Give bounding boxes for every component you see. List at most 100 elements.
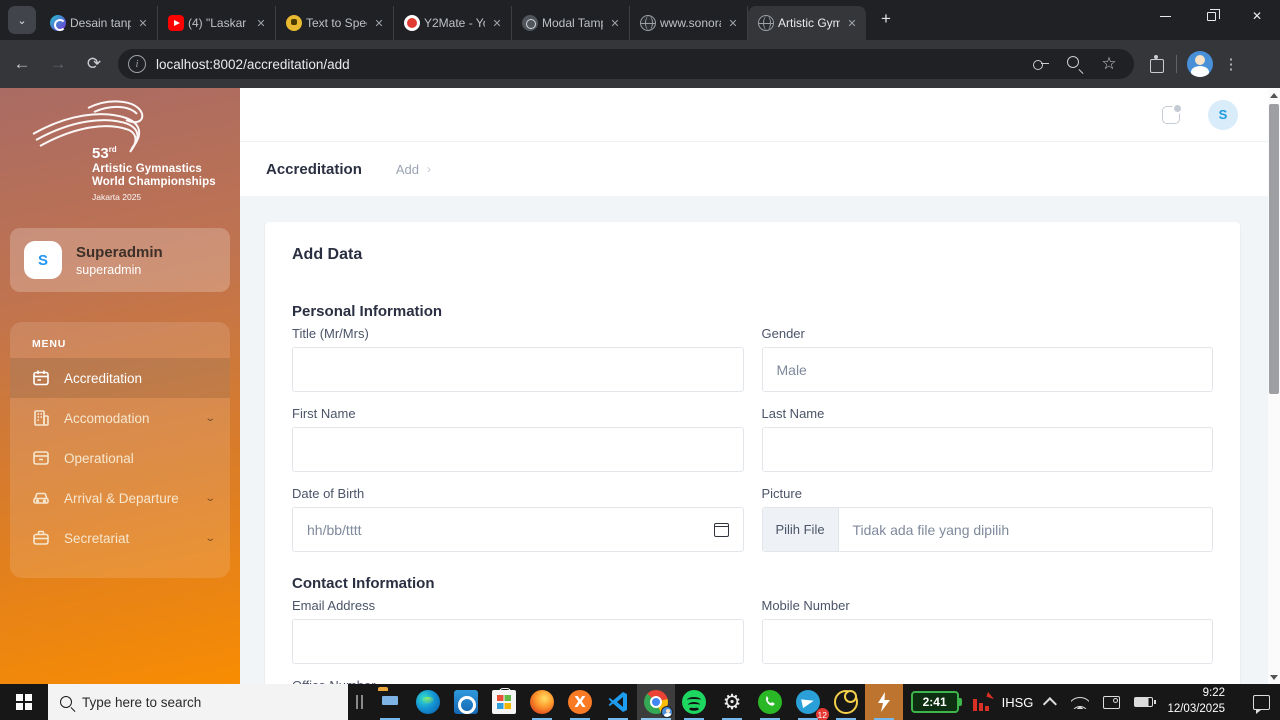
stock-ticker[interactable]: IHSG [973, 693, 1034, 711]
url-text[interactable]: localhost:8002/accreditation/add [156, 57, 1032, 72]
picture-file-input[interactable]: Pilih File Tidak ada file yang dipilih [762, 507, 1214, 552]
close-window-button[interactable]: ✕ [1234, 0, 1280, 32]
tab-artistic-gymnastics-active[interactable]: Artistic Gymn ✕ [748, 6, 866, 40]
sidebar-item-label: Accreditation [64, 371, 214, 386]
sidebar-item-label: Arrival & Departure [64, 491, 206, 506]
outlook-icon [454, 690, 478, 714]
date-of-birth-input[interactable]: hh/bb/tttt [292, 507, 744, 552]
mobile-number-label: Mobile Number [762, 598, 1214, 613]
taskbar-spotify[interactable] [675, 684, 713, 720]
notification-icon[interactable] [1162, 106, 1180, 124]
sidebar-item-accomodation[interactable]: Accomodation ⌄ [10, 398, 230, 438]
gender-select[interactable]: Male [762, 347, 1214, 392]
reload-button[interactable]: ⟳ [80, 50, 108, 78]
tab-search-button[interactable]: ⌄ [8, 6, 36, 34]
taskbar-xampp[interactable]: ꓫ [561, 684, 599, 720]
card-title: Add Data [292, 246, 1213, 264]
battery-icon[interactable] [1134, 697, 1153, 707]
forward-button[interactable]: → [44, 50, 72, 78]
sidebar-item-arrival-departure[interactable]: Arrival & Departure ⌄ [10, 478, 230, 518]
app-sidebar: 53rd Artistic Gymnastics World Champions… [0, 88, 240, 684]
site-info-icon[interactable]: i [128, 55, 146, 73]
user-card[interactable]: S Superadmin superadmin [10, 228, 230, 292]
account-avatar[interactable]: S [1208, 100, 1238, 130]
zoom-level-icon[interactable] [1066, 55, 1084, 73]
tab-youtube[interactable]: (4) "Laskar Pel ✕ [158, 6, 276, 40]
email-input[interactable] [292, 619, 744, 664]
restore-button[interactable] [1188, 0, 1234, 32]
sidebar-item-accreditation[interactable]: Accreditation [10, 358, 230, 398]
browser-profile-avatar[interactable] [1187, 51, 1213, 77]
taskbar-settings[interactable]: ⚙ [713, 684, 751, 720]
restore-icon [1207, 12, 1216, 21]
back-button[interactable]: ← [8, 50, 36, 78]
first-name-input[interactable] [292, 427, 744, 472]
tab-text-to-speech[interactable]: Text to Speech ✕ [276, 6, 394, 40]
bookmark-star-icon[interactable]: ☆ [1100, 55, 1118, 73]
sidebar-item-operational[interactable]: Operational [10, 438, 230, 478]
password-manager-icon[interactable] [1032, 55, 1050, 73]
taskbar-whatsapp[interactable] [751, 684, 789, 720]
hidden-icons-chevron[interactable] [1043, 697, 1057, 711]
minimize-button[interactable] [1142, 0, 1188, 32]
tab-title: Text to Speech [306, 16, 367, 30]
sidebar-item-secretariat[interactable]: Secretariat ⌄ [10, 518, 230, 558]
title-input[interactable] [292, 347, 744, 392]
logo-line3: Jakarta 2025 [92, 192, 216, 202]
user-role: superadmin [76, 263, 163, 277]
xampp-icon: ꓫ [568, 690, 592, 714]
taskbar-navicat-active[interactable] [865, 684, 903, 720]
tab-sonora[interactable]: www.sonora.id ✕ [630, 6, 748, 40]
browser-menu-icon[interactable]: ⋮ [1223, 55, 1239, 73]
gender-label: Gender [762, 326, 1214, 341]
tab-canva[interactable]: Desain tanpa j ✕ [40, 6, 158, 40]
tab-close-icon[interactable]: ✕ [135, 15, 151, 31]
scroll-up-arrow[interactable] [1268, 88, 1280, 102]
taskbar-vscode[interactable] [599, 684, 637, 720]
tab-modal[interactable]: Modal Tampil ✕ [512, 6, 630, 40]
taskbar-outlook[interactable] [447, 684, 485, 720]
screen: ⌄ Desain tanpa j ✕ (4) "Laskar Pel ✕ Tex… [0, 0, 1280, 720]
scroll-down-arrow[interactable] [1268, 670, 1280, 684]
action-center-icon[interactable] [1253, 695, 1270, 710]
tab-y2mate[interactable]: Y2Mate - YouT ✕ [394, 6, 512, 40]
taskbar-whale[interactable] [827, 684, 865, 720]
last-name-input[interactable] [762, 427, 1214, 472]
taskbar-telegram[interactable]: 12 [789, 684, 827, 720]
tab-close-icon[interactable]: ✕ [607, 15, 623, 31]
start-button[interactable] [0, 684, 48, 720]
taskbar-chrome-active[interactable] [637, 684, 675, 720]
battery-time-widget[interactable]: 2:41 [911, 691, 959, 713]
address-bar[interactable]: i localhost:8002/accreditation/add ☆ [118, 49, 1134, 79]
taskbar-edge[interactable] [409, 684, 447, 720]
taskbar-firefox[interactable] [523, 684, 561, 720]
tab-title: Desain tanpa j [70, 16, 131, 30]
taskbar-ms-store[interactable] [485, 684, 523, 720]
mobile-number-input[interactable] [762, 619, 1214, 664]
tab-close-icon[interactable]: ✕ [725, 15, 741, 31]
taskbar-search[interactable]: Type here to search [48, 684, 348, 720]
display-connect-icon[interactable] [1103, 696, 1120, 709]
tab-close-icon[interactable]: ✕ [371, 15, 387, 31]
y2mate-icon [404, 15, 420, 31]
main-content: S Accreditation Add › Add Data Personal … [240, 88, 1268, 684]
scrollbar-thumb[interactable] [1269, 104, 1279, 394]
tab-close-icon[interactable]: ✕ [253, 15, 269, 31]
calendar-picker-icon[interactable] [714, 523, 729, 537]
new-tab-button[interactable]: + [872, 5, 900, 33]
tab-close-icon[interactable]: ✕ [489, 15, 505, 31]
breadcrumb-sub: Add [396, 162, 419, 177]
firefox-icon [530, 690, 554, 714]
task-view-button[interactable] [348, 684, 371, 720]
wifi-icon[interactable] [1071, 695, 1089, 709]
picture-label: Picture [762, 486, 1214, 501]
extensions-icon[interactable] [1148, 55, 1166, 73]
system-tray: 2:41 IHSG 9:22 12/03/2025 [911, 684, 1280, 720]
taskbar-file-explorer[interactable] [371, 684, 409, 720]
windows-taskbar: Type here to search ꓫ ⚙ 12 [0, 684, 1280, 720]
page-scrollbar[interactable] [1268, 88, 1280, 684]
taskbar-clock[interactable]: 9:22 12/03/2025 [1167, 686, 1225, 717]
tab-title: Artistic Gymn [778, 16, 840, 30]
choose-file-button[interactable]: Pilih File [763, 508, 839, 551]
tab-close-icon[interactable]: ✕ [844, 15, 860, 31]
